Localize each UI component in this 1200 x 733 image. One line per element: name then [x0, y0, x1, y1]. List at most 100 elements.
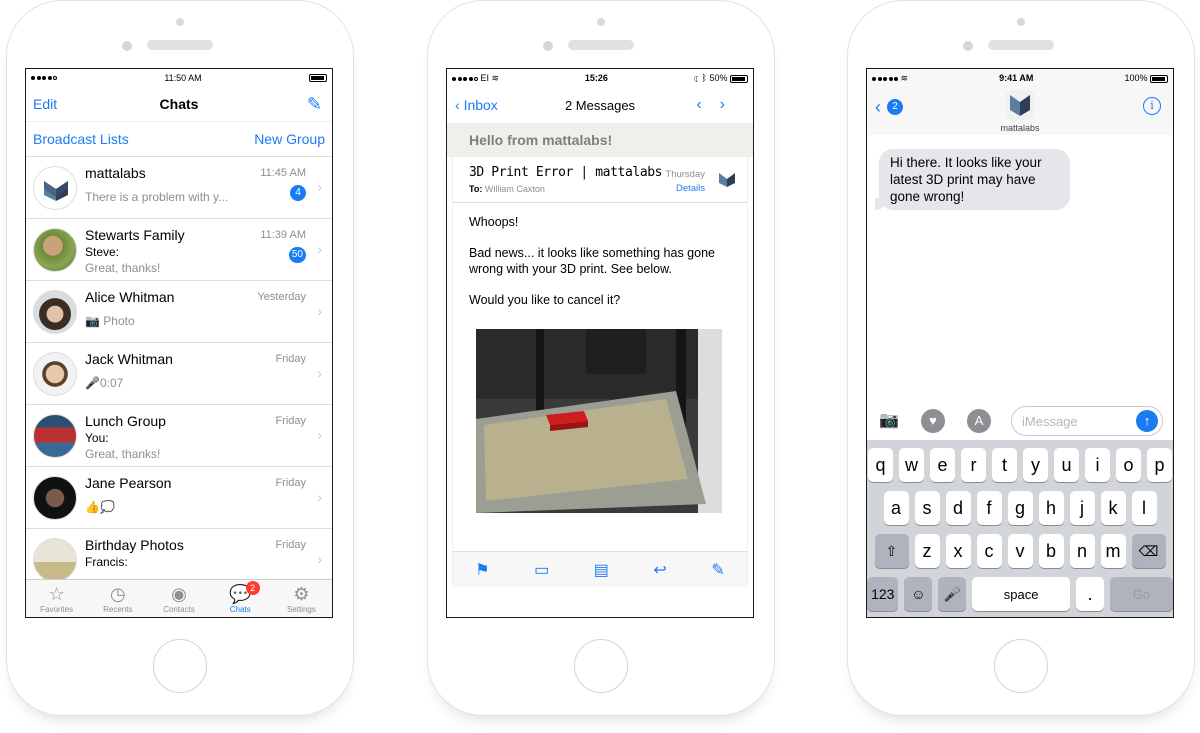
tab-label: Chats — [229, 605, 251, 614]
key-q[interactable]: q — [868, 448, 893, 482]
backspace-key-icon[interactable]: ⌫ — [1131, 534, 1166, 568]
tab-bar: ☆ Favorites ◷ Recents ◉ Contacts 💬 2 Chats ⚙ S… — [26, 579, 332, 617]
send-arrow-icon[interactable]: ↑ — [1136, 410, 1158, 432]
key-d[interactable]: d — [945, 491, 971, 525]
reply-icon[interactable]: ↩ — [653, 560, 666, 580]
clock-icon: ◷ — [109, 584, 126, 604]
contact-name: mattalabs — [1000, 123, 1040, 133]
chat-sender: Francis: — [85, 555, 128, 569]
status-bar: ≋ 9:41 AM 100% — [867, 69, 1173, 87]
home-button[interactable] — [994, 639, 1048, 693]
app-store-icon[interactable]: A — [967, 409, 991, 433]
avatar — [33, 538, 77, 582]
moon-icon: ☾ — [693, 73, 700, 83]
tab-contacts[interactable]: ◉ Contacts — [148, 580, 209, 617]
key-c[interactable]: c — [976, 534, 1002, 568]
chat-row[interactable]: Stewarts Family 11:39 AM Steve: Great, t… — [26, 219, 332, 281]
speaker — [176, 18, 184, 26]
broadcast-lists-button[interactable]: Broadcast Lists — [33, 131, 129, 147]
tab-label: Recents — [103, 605, 133, 614]
tab-label: Favorites — [40, 605, 74, 614]
speaker — [597, 18, 605, 26]
key-z[interactable]: z — [914, 534, 940, 568]
key-n[interactable]: n — [1069, 534, 1095, 568]
folder-icon[interactable]: ▭ — [534, 560, 549, 580]
key-h[interactable]: h — [1038, 491, 1064, 525]
key-a[interactable]: a — [883, 491, 909, 525]
key-v[interactable]: v — [1007, 534, 1033, 568]
key-t[interactable]: t — [992, 448, 1017, 482]
go-key[interactable]: Go — [1110, 577, 1173, 611]
back-badge[interactable]: 2 — [887, 99, 903, 115]
inbox-back-button[interactable]: ‹ Inbox — [455, 97, 498, 113]
chat-time: Friday — [275, 539, 306, 551]
imessage-input[interactable]: iMessage ↑ — [1011, 406, 1163, 436]
chat-row[interactable]: Jane Pearson Friday 👍💭 › — [26, 467, 332, 529]
home-button[interactable] — [574, 639, 628, 693]
key-e[interactable]: e — [930, 448, 955, 482]
chat-bubbles-icon: 💬 — [229, 584, 252, 604]
key-l[interactable]: l — [1131, 491, 1157, 525]
key-i[interactable]: i — [1085, 448, 1110, 482]
shift-key-icon[interactable]: ⇧ — [874, 534, 909, 568]
home-button[interactable] — [153, 639, 207, 693]
chat-row[interactable]: Lunch Group Friday You: Great, thanks! › — [26, 405, 332, 467]
tab-settings[interactable]: ⚙ Settings — [271, 580, 332, 617]
gear-icon: ⚙ — [293, 584, 310, 604]
chat-time: Friday — [275, 353, 306, 365]
flag-icon[interactable]: ⚑ — [475, 560, 489, 580]
digital-touch-icon[interactable]: ♥ — [921, 409, 945, 433]
key-o[interactable]: o — [1116, 448, 1141, 482]
details-link[interactable]: Details — [676, 183, 705, 194]
info-icon[interactable]: i — [1143, 97, 1161, 115]
key-p[interactable]: p — [1147, 448, 1172, 482]
archive-icon[interactable]: ▤ — [594, 560, 609, 580]
mattalabs-logo-icon — [719, 173, 735, 187]
tab-label: Settings — [286, 605, 316, 614]
key-k[interactable]: k — [1100, 491, 1126, 525]
nav-arrows: ‹› — [696, 96, 743, 114]
chat-row[interactable]: mattalabs 11:45 AM There is a problem wi… — [26, 157, 332, 219]
key-s[interactable]: s — [914, 491, 940, 525]
tab-chats[interactable]: 💬 2 Chats — [210, 580, 271, 617]
key-f[interactable]: f — [976, 491, 1002, 525]
camera-icon[interactable]: 📷 — [877, 409, 901, 433]
edit-button[interactable]: Edit — [33, 96, 57, 112]
chat-row[interactable]: Jack Whitman Friday 🎤0:07 › — [26, 343, 332, 405]
tab-recents[interactable]: ◷ Recents — [87, 580, 148, 617]
key-j[interactable]: j — [1069, 491, 1095, 525]
mail-body: Whoops! Bad news... it looks like someth… — [453, 203, 747, 334]
chat-name: Alice Whitman — [85, 289, 175, 305]
key-u[interactable]: u — [1054, 448, 1079, 482]
chat-row[interactable]: Alice Whitman Yesterday 📷 Photo › — [26, 281, 332, 343]
key-b[interactable]: b — [1038, 534, 1064, 568]
numbers-key[interactable]: 123 — [867, 577, 899, 611]
compose-icon[interactable]: ✎ — [711, 560, 724, 580]
nav-bar: ‹ Inbox 2 Messages ‹› — [447, 87, 753, 123]
chat-time: Friday — [275, 477, 306, 489]
key-m[interactable]: m — [1100, 534, 1126, 568]
chevron-up-icon[interactable]: ‹ — [696, 96, 719, 113]
emoji-key-icon[interactable]: ☺ — [904, 577, 933, 611]
unread-badge: 4 — [290, 185, 306, 201]
key-x[interactable]: x — [945, 534, 971, 568]
microphone-key-icon[interactable]: 🎤 — [938, 577, 967, 611]
list-actions: Broadcast Lists New Group — [26, 121, 332, 157]
keyboard: q w e r t y u i o p a s d f g h j k l ⇧ … — [867, 440, 1173, 617]
key-row-4: 123 ☺ 🎤 space . Go — [867, 577, 1173, 611]
key-y[interactable]: y — [1023, 448, 1048, 482]
period-key[interactable]: . — [1076, 577, 1104, 611]
key-g[interactable]: g — [1007, 491, 1033, 525]
signal-icon — [872, 76, 898, 81]
chat-preview: 👍💭 — [85, 500, 115, 514]
message-bubble: Hi there. It looks like your latest 3D p… — [875, 149, 1070, 210]
tab-favorites[interactable]: ☆ Favorites — [26, 580, 87, 617]
new-group-button[interactable]: New Group — [254, 131, 325, 147]
space-key[interactable]: space — [972, 577, 1071, 611]
earpiece — [147, 40, 213, 50]
chevron-down-icon[interactable]: › — [720, 96, 743, 113]
back-chevron-icon[interactable]: ‹ — [875, 97, 881, 118]
key-w[interactable]: w — [899, 448, 924, 482]
compose-icon[interactable]: ✎ — [307, 94, 322, 115]
key-r[interactable]: r — [961, 448, 986, 482]
